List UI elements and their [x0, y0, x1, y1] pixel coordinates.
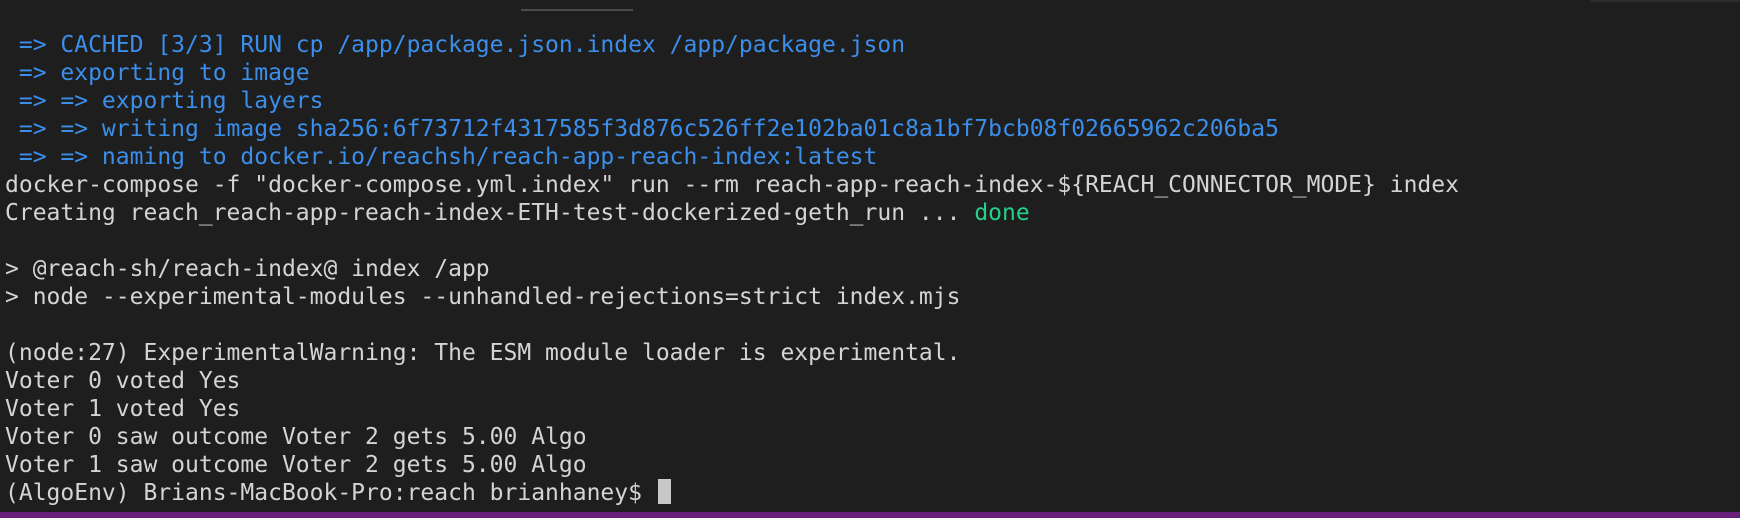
output-line: (node:27) ExperimentalWarning: The ESM m… — [5, 340, 961, 366]
output-line: Voter 1 voted Yes — [5, 396, 241, 422]
status-bar — [0, 512, 1740, 518]
output-line: docker-compose -f "docker-compose.yml.in… — [5, 172, 1459, 198]
output-line: Voter 0 voted Yes — [5, 368, 241, 394]
build-output-line: => => exporting layers — [5, 88, 324, 114]
creating-container-text: Creating reach_reach-app-reach-index-ETH… — [5, 200, 975, 226]
terminal-output: => CACHED [3/3] RUN cp /app/package.json… — [5, 31, 1459, 507]
build-output-line: => => writing image sha256:6f73712f43175… — [5, 116, 1279, 142]
shell-prompt: (AlgoEnv) Brians-MacBook-Pro:reach brian… — [5, 480, 656, 506]
output-line: Voter 0 saw outcome Voter 2 gets 5.00 Al… — [5, 424, 587, 450]
empty-line — [5, 227, 1459, 255]
build-output-line: => exporting to image — [5, 60, 310, 86]
output-line: > node --experimental-modules --unhandle… — [5, 284, 961, 310]
build-output-line: => CACHED [3/3] RUN cp /app/package.json… — [5, 32, 906, 58]
terminal-panel[interactable]: => CACHED [3/3] RUN cp /app/package.json… — [0, 0, 1740, 512]
text-cursor — [657, 479, 671, 504]
output-line: Voter 1 saw outcome Voter 2 gets 5.00 Al… — [5, 452, 587, 478]
output-line: > @reach-sh/reach-index@ index /app — [5, 256, 490, 282]
done-status: done — [974, 200, 1030, 226]
prompt-line[interactable]: (AlgoEnv) Brians-MacBook-Pro:reach brian… — [5, 479, 1459, 507]
empty-line — [5, 311, 1459, 339]
panel-resize-handle[interactable] — [521, 9, 633, 11]
output-line: Creating reach_reach-app-reach-index-ETH… — [5, 199, 1459, 227]
panel-corner-divider — [1590, 0, 1740, 2]
build-output-line: => => naming to docker.io/reachsh/reach-… — [5, 144, 878, 170]
